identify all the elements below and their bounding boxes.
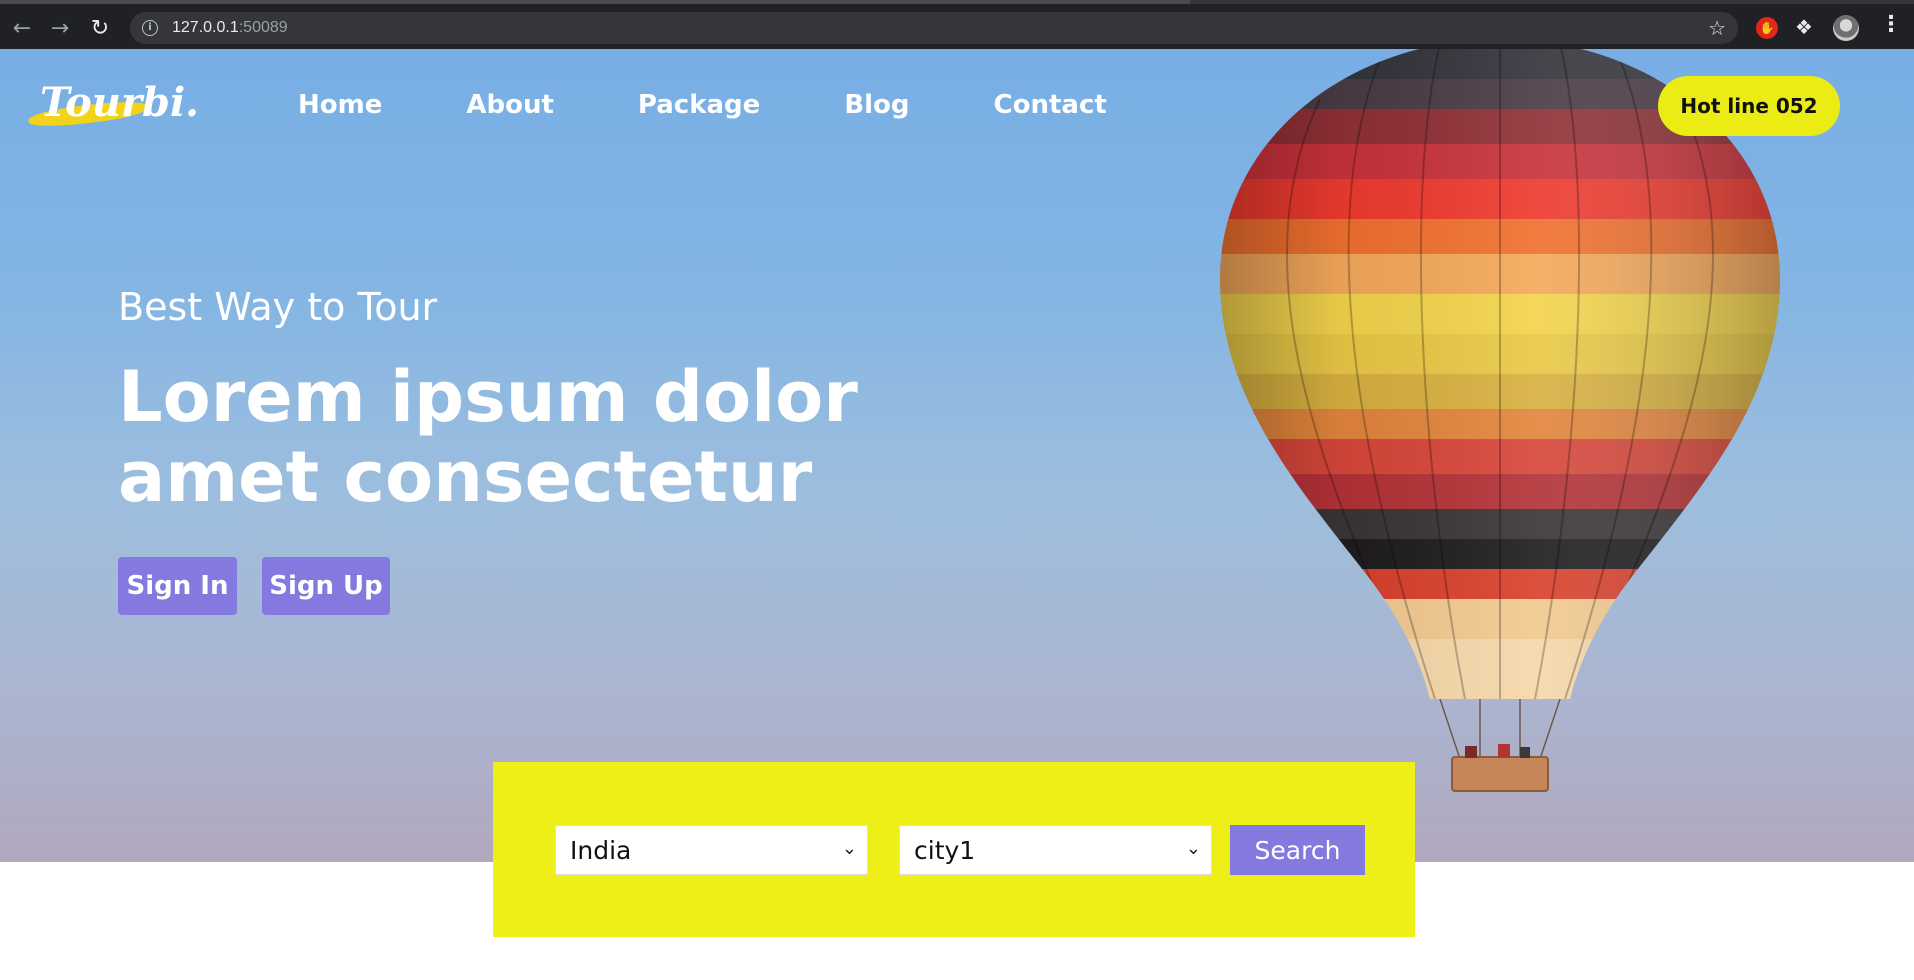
hot-air-balloon-image (1220, 49, 1780, 792)
nav-home[interactable]: Home (298, 90, 382, 120)
main-nav: Home About Package Blog Contact (298, 90, 1191, 120)
sign-up-button[interactable]: Sign Up (262, 557, 390, 615)
city-select-value: city1 (914, 835, 976, 865)
reload-icon[interactable]: ↻ (86, 14, 114, 42)
chevron-down-icon: ⌄ (1185, 838, 1201, 859)
search-button[interactable]: Search (1230, 825, 1365, 875)
hero-section: Tourbi. Home About Package Blog Contact … (0, 49, 1914, 862)
country-select[interactable]: India ⌄ (555, 825, 868, 875)
extensions-icon[interactable]: ❖ (1795, 15, 1813, 39)
city-select[interactable]: city1 ⌄ (899, 825, 1212, 875)
hotline-button[interactable]: Hot line 052 (1658, 76, 1840, 136)
chevron-down-icon: ⌄ (841, 838, 857, 859)
nav-about[interactable]: About (466, 90, 554, 120)
adblock-icon[interactable]: ✋ (1756, 17, 1778, 39)
info-icon[interactable]: i (142, 20, 158, 36)
browser-toolbar: ← → ↻ i 127.0.0.1:50089 ☆ ✋ ❖ ⋮ (0, 0, 1914, 49)
country-select-value: India (570, 835, 632, 865)
logo-text: Tourbi. (40, 79, 200, 126)
tab-strip (0, 0, 1190, 4)
nav-blog[interactable]: Blog (844, 90, 909, 120)
star-icon[interactable]: ☆ (1708, 16, 1726, 40)
hero-title: Lorem ipsum dolor amet consectetur (118, 356, 858, 518)
address-bar[interactable]: i 127.0.0.1:50089 ☆ (130, 12, 1738, 44)
site-logo[interactable]: Tourbi. (27, 75, 199, 135)
url-text[interactable]: 127.0.0.1:50089 (172, 19, 288, 37)
back-icon[interactable]: ← (8, 14, 36, 42)
nav-contact[interactable]: Contact (994, 90, 1107, 120)
hero-subtitle: Best Way to Tour (118, 285, 438, 329)
profile-icon[interactable] (1833, 15, 1859, 41)
forward-icon[interactable]: → (46, 14, 74, 42)
sign-in-button[interactable]: Sign In (118, 557, 237, 615)
search-panel: India ⌄ city1 ⌄ Search (493, 762, 1415, 937)
menu-icon[interactable]: ⋮ (1880, 12, 1902, 37)
nav-package[interactable]: Package (638, 90, 760, 120)
